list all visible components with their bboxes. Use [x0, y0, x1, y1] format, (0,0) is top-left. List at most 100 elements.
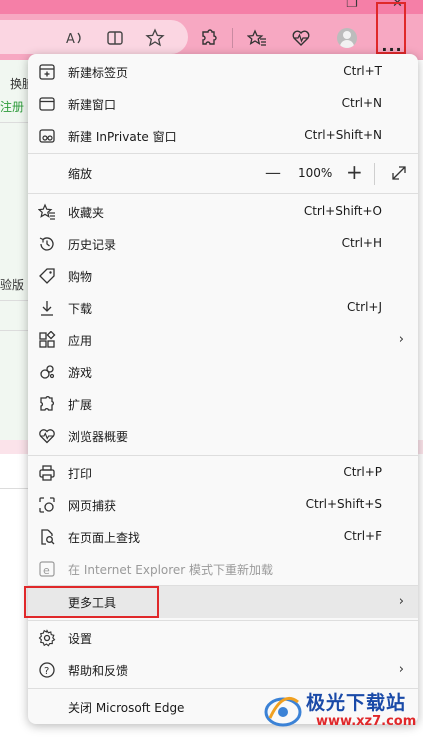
highlight-box-more-tools — [24, 586, 159, 618]
menu-item-apps[interactable]: 应用 › — [28, 324, 418, 356]
menu-item-label: 新建标签页 — [68, 66, 129, 80]
fullscreen-icon[interactable] — [390, 164, 408, 182]
menu-item-label: 新建 InPrivate 窗口 — [68, 130, 177, 144]
gear-icon — [38, 629, 56, 647]
menu-item-shortcut: Ctrl+T — [343, 64, 382, 78]
menu-item-label: 打印 — [68, 467, 93, 481]
zoom-divider — [374, 163, 375, 185]
menu-item-new-window[interactable]: 新建窗口 Ctrl+N — [28, 88, 418, 120]
site-watermark: 极光下载站 www.xz7.com — [258, 684, 418, 736]
help-icon: ? — [38, 661, 56, 679]
menu-item-label: 扩展 — [68, 398, 93, 412]
menu-item-web-capture[interactable]: 网页捕获 Ctrl+Shift+S — [28, 489, 418, 521]
chevron-right-icon: › — [398, 662, 404, 677]
menu-item-label: 设置 — [68, 632, 93, 646]
bg-text-2: 注册 — [0, 100, 25, 114]
menu-item-label: 在页面上查找 — [68, 531, 141, 545]
svg-text:e: e — [43, 564, 50, 577]
menu-item-new-inprivate-window[interactable]: 新建 InPrivate 窗口 Ctrl+Shift+N — [28, 120, 418, 152]
menu-item-label: 历史记录 — [68, 238, 117, 252]
heart-pulse-icon[interactable] — [290, 27, 312, 49]
restore-button[interactable]: ❐ — [346, 0, 358, 11]
menu-item-label: 帮助和反馈 — [68, 664, 129, 678]
tag-icon — [38, 267, 56, 285]
history-icon — [38, 235, 56, 253]
menu-item-label: 浏览器概要 — [68, 430, 129, 444]
menu-item-label: 收藏夹 — [68, 206, 105, 220]
menu-item-shopping[interactable]: 购物 — [28, 260, 418, 292]
menu-item-label: 购物 — [68, 270, 93, 284]
download-icon — [38, 299, 56, 317]
zoom-out-button[interactable]: — — [265, 163, 281, 182]
menu-item-new-tab[interactable]: 新建标签页 Ctrl+T — [28, 56, 418, 88]
bg-divider — [0, 330, 30, 331]
chevron-right-icon: › — [398, 332, 404, 347]
menu-item-downloads[interactable]: 下载 Ctrl+J — [28, 292, 418, 324]
web-capture-icon — [38, 496, 56, 514]
menu-item-label: 关闭 Microsoft Edge — [68, 701, 185, 715]
settings-and-more-menu: 新建标签页 Ctrl+T 新建窗口 Ctrl+N 新建 InPrivate 窗口… — [28, 54, 418, 724]
menu-item-find-on-page[interactable]: 在页面上查找 Ctrl+F — [28, 521, 418, 553]
menu-separator — [28, 455, 418, 456]
find-on-page-icon — [38, 528, 56, 546]
menu-item-print[interactable]: 打印 Ctrl+P — [28, 457, 418, 489]
bg-divider — [0, 122, 30, 123]
menu-item-browser-essentials[interactable]: 浏览器概要 — [28, 420, 418, 452]
menu-item-settings[interactable]: 设置 — [28, 622, 418, 654]
menu-item-shortcut: Ctrl+Shift+O — [303, 204, 382, 218]
chevron-right-icon: › — [398, 594, 404, 609]
title-bar: ❐ ✕ — [0, 0, 423, 14]
toolbar-divider — [232, 28, 233, 48]
menu-item-zoom: 缩放 — 100% + — [28, 157, 418, 189]
menu-item-label: 在 Internet Explorer 模式下重新加载 — [68, 563, 274, 577]
inprivate-icon — [38, 127, 56, 145]
menu-item-games[interactable]: 游戏 — [28, 356, 418, 388]
split-screen-icon[interactable] — [104, 27, 126, 49]
menu-item-help-and-feedback[interactable]: ? 帮助和反馈 › — [28, 654, 418, 686]
new-window-icon — [38, 95, 56, 113]
menu-item-label: 游戏 — [68, 366, 93, 380]
watermark-url: www.xz7.com — [316, 714, 417, 729]
menu-item-extensions[interactable]: 扩展 — [28, 388, 418, 420]
menu-item-reload-ie-mode: e 在 Internet Explorer 模式下重新加载 — [28, 553, 418, 585]
menu-item-shortcut: Ctrl+Shift+S — [305, 497, 382, 511]
menu-item-shortcut: Ctrl+N — [341, 96, 382, 110]
bg-divider — [0, 488, 30, 489]
menu-item-label: 下载 — [68, 302, 93, 316]
read-aloud-icon[interactable]: A — [64, 27, 86, 49]
menu-item-shortcut: Ctrl+P — [343, 465, 382, 479]
apps-icon — [38, 330, 56, 349]
favorites-icon — [37, 203, 56, 221]
extensions-icon — [38, 395, 56, 413]
menu-separator — [28, 153, 418, 154]
menu-item-label: 应用 — [68, 334, 93, 348]
menu-item-history[interactable]: 历史记录 Ctrl+H — [28, 228, 418, 260]
watermark-name: 极光下载站 — [306, 692, 407, 714]
heart-pulse-icon — [38, 427, 56, 445]
bg-divider — [0, 300, 30, 301]
menu-item-favorites[interactable]: 收藏夹 Ctrl+Shift+O — [28, 196, 418, 228]
new-tab-icon — [38, 63, 56, 81]
zoom-label: 缩放 — [68, 167, 93, 181]
menu-item-shortcut: Ctrl+Shift+N — [304, 128, 382, 142]
highlight-box-more-button — [376, 2, 406, 54]
watermark-logo-icon — [264, 697, 302, 727]
menu-item-shortcut: Ctrl+F — [343, 529, 382, 543]
menu-item-label: 网页捕获 — [68, 499, 117, 513]
zoom-level: 100% — [298, 166, 333, 180]
bg-text-3: 验版 — [0, 278, 25, 292]
print-icon — [38, 464, 56, 482]
menu-separator — [28, 193, 418, 194]
avatar[interactable] — [336, 27, 358, 49]
web-page-left-strip — [0, 60, 30, 450]
svg-text:?: ? — [44, 666, 49, 677]
extensions-icon[interactable] — [198, 27, 220, 49]
star-icon[interactable] — [144, 27, 166, 49]
games-icon — [38, 363, 56, 381]
menu-item-shortcut: Ctrl+J — [347, 300, 382, 314]
internet-explorer-icon: e — [38, 560, 56, 578]
svg-text:A: A — [66, 32, 75, 47]
menu-separator — [28, 620, 418, 621]
zoom-in-button[interactable]: + — [346, 160, 363, 184]
favorites-icon[interactable] — [246, 27, 268, 49]
